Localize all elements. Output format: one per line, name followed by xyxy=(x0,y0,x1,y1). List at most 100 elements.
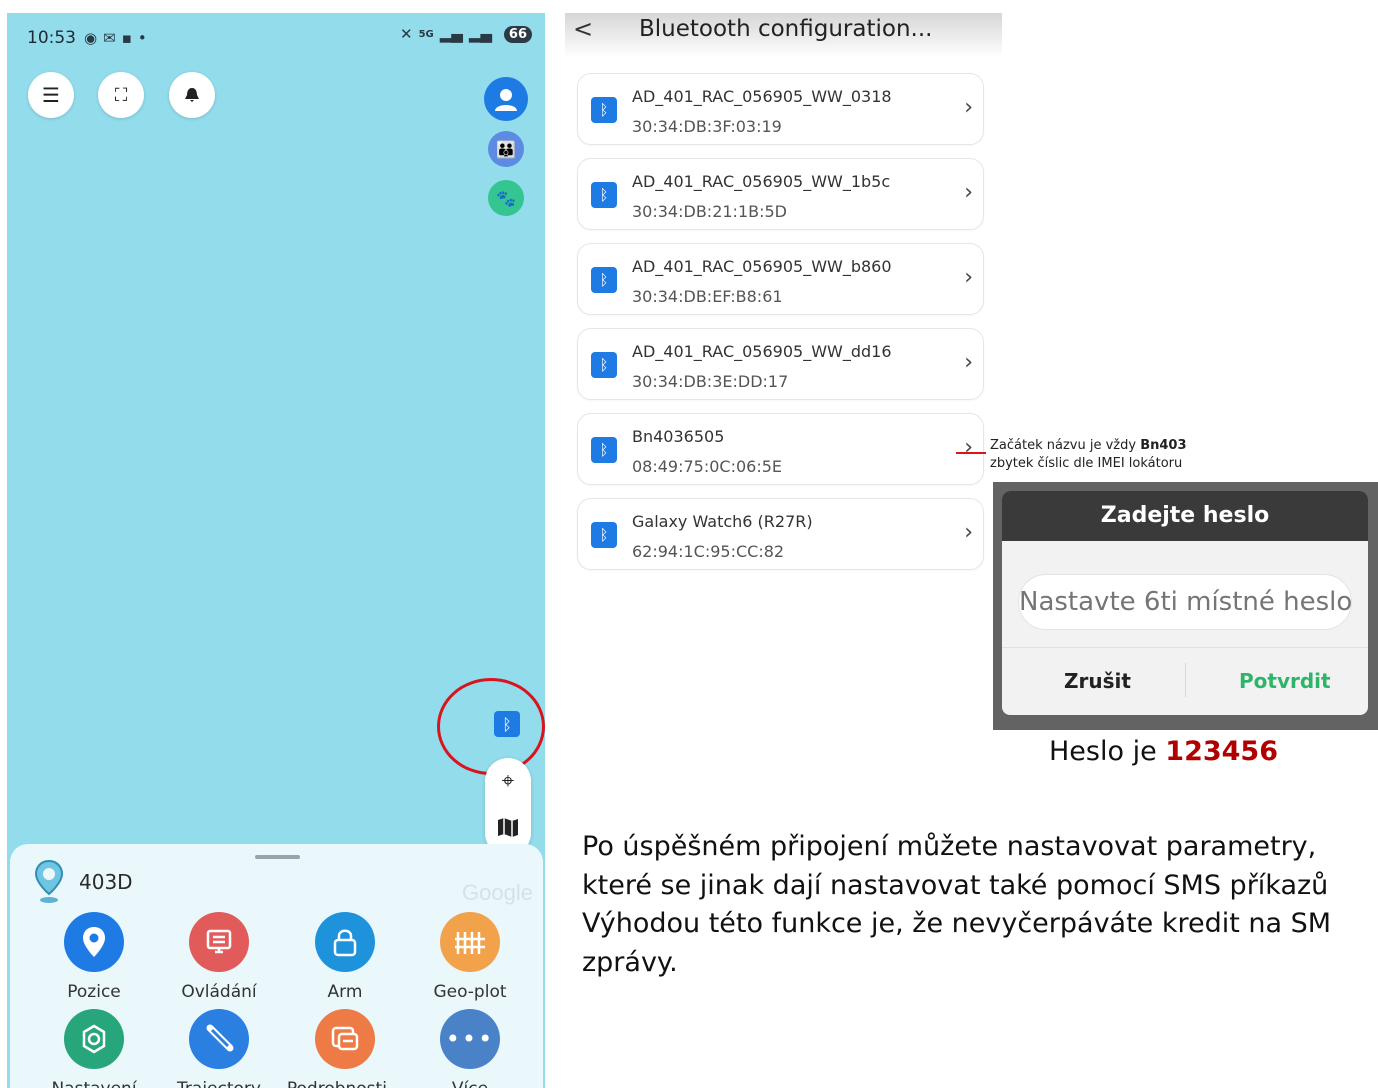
menu-icon[interactable]: ☰ xyxy=(28,72,74,118)
status-right: ✕ 5G ▂▄ ▂▄ 66 xyxy=(400,25,532,43)
settings-icon xyxy=(64,1009,124,1069)
function-podrobnosti[interactable]: Podrobnosti... xyxy=(285,1009,405,1088)
bt-device-item[interactable]: ᛒ AD_401_RAC_056905_WW_dd16 30:34:DB:3E:… xyxy=(577,328,984,400)
note-line-2: zbytek číslic dle IMEI lokátoru xyxy=(990,456,1183,471)
bluetooth-icon: ᛒ xyxy=(591,352,617,378)
bluetooth-icon: ᛒ xyxy=(591,267,617,293)
function-label: Ovládání xyxy=(181,982,257,1002)
pin-glyph xyxy=(83,927,105,957)
bluetooth-icon: ᛒ xyxy=(591,182,617,208)
function-pozice[interactable]: Pozice xyxy=(34,912,154,1002)
page-title: Bluetooth configuration... xyxy=(639,16,933,42)
status-time: 10:53 xyxy=(27,28,76,48)
bt-device-mac: 62:94:1C:95:CC:82 xyxy=(632,542,785,561)
function-label: Nastavení xyxy=(34,1079,154,1088)
fence-icon xyxy=(440,912,500,972)
user-profile-icon[interactable] xyxy=(484,77,528,121)
pet-paw-icon[interactable]: 🐾 xyxy=(488,180,524,216)
annotation-pointer-line xyxy=(956,452,986,454)
locate-crosshair-icon[interactable]: ⌖ xyxy=(485,758,531,804)
lock-glyph xyxy=(333,929,357,957)
function-arm[interactable]: Arm xyxy=(285,912,405,1002)
chevron-right-icon: › xyxy=(964,435,973,460)
bt-device-item[interactable]: ᛒ Galaxy Watch6 (R27R) 62:94:1C:95:CC:82… xyxy=(577,498,984,570)
password-input[interactable]: Nastavte 6ti místné heslo xyxy=(1018,574,1352,630)
back-arrow-icon[interactable]: < xyxy=(573,15,593,43)
bluetooth-icon: ᛒ xyxy=(591,522,617,548)
note-prefix: Začátek názvu je vždy xyxy=(990,438,1141,453)
bt-device-item[interactable]: ᛒ AD_401_RAC_056905_WW_0318 30:34:DB:3F:… xyxy=(577,73,984,145)
fence-glyph xyxy=(455,932,485,954)
map-glyph xyxy=(498,818,518,837)
battery-badge: 66 xyxy=(503,25,532,43)
chevron-right-icon: › xyxy=(964,95,973,120)
bt-device-item[interactable]: ᛒ Bn4036505 08:49:75:0C:06:5E › xyxy=(577,413,984,485)
messenger-icon: ◉ xyxy=(84,29,98,47)
bt-device-name: AD_401_RAC_056905_WW_b860 xyxy=(632,257,892,276)
function-nastaveni[interactable]: Nastavení xyxy=(34,1009,154,1088)
gmail-icon: ✉ xyxy=(103,29,116,47)
network-type-label: 5G xyxy=(418,28,434,40)
chevron-right-icon: › xyxy=(964,180,973,205)
mute-icon: ✕ xyxy=(400,25,413,43)
divider xyxy=(1185,663,1186,697)
details-glyph xyxy=(331,1026,359,1051)
route-glyph xyxy=(206,1024,234,1052)
lock-icon xyxy=(315,912,375,972)
app-icon: ▪ xyxy=(121,29,132,47)
bluetooth-icon: ᛒ xyxy=(591,437,617,463)
confirm-button[interactable]: Potvrdit xyxy=(1239,669,1331,693)
bt-device-name: Bn4036505 xyxy=(632,427,725,446)
family-icon[interactable]: 👪 xyxy=(488,131,524,167)
map-tools: ⌖ xyxy=(485,758,531,856)
control-panel-icon xyxy=(189,912,249,972)
cancel-button[interactable]: Zrušit xyxy=(1064,669,1131,693)
gear-glyph xyxy=(82,1024,106,1054)
device-pin-icon xyxy=(34,860,64,903)
chevron-right-icon: › xyxy=(964,520,973,545)
chevron-right-icon: › xyxy=(964,350,973,375)
password-dialog: Zadejte heslo Nastavte 6ti místné heslo … xyxy=(1002,491,1368,715)
function-label: Trajectory xyxy=(159,1079,279,1088)
bt-device-item[interactable]: ᛒ AD_401_RAC_056905_WW_1b5c 30:34:DB:21:… xyxy=(577,158,984,230)
details-icon xyxy=(315,1009,375,1069)
instruction-paragraph: Po úspěšném připojení můžete nastavovat … xyxy=(582,831,1332,978)
signal-icon-2: ▂▄ xyxy=(468,25,492,43)
scan-icon[interactable]: ⛶ xyxy=(98,72,144,118)
bt-device-mac: 30:34:DB:EF:B8:61 xyxy=(632,287,783,306)
dialog-title: Zadejte heslo xyxy=(1002,491,1368,541)
bt-device-name: AD_401_RAC_056905_WW_0318 xyxy=(632,87,892,106)
note-line-1: Začátek názvu je vždy Bn403 xyxy=(990,437,1187,455)
password-value: 123456 xyxy=(1165,736,1279,767)
function-label: Podrobnosti... xyxy=(285,1079,405,1088)
function-trajectory[interactable]: Trajectory xyxy=(159,1009,279,1088)
function-geo-plot[interactable]: Geo-plot xyxy=(410,912,530,1002)
google-logo: Google xyxy=(462,880,533,905)
bt-device-name: AD_401_RAC_056905_WW_1b5c xyxy=(632,172,891,191)
bt-device-mac: 30:34:DB:21:1B:5D xyxy=(632,202,787,221)
dot-icon: • xyxy=(137,29,147,47)
bt-device-mac: 08:49:75:0C:06:5E xyxy=(632,457,783,476)
location-pin-icon xyxy=(64,912,124,972)
drag-handle[interactable] xyxy=(255,855,300,859)
route-icon xyxy=(189,1009,249,1069)
phone-app-screen: 10:53 ◉ ✉ ▪ • ✕ 5G ▂▄ ▂▄ 66 ☰ ⛶ 👪 🐾 ᛒ ⌖ … xyxy=(7,13,545,1088)
function-ovladani[interactable]: Ovládání xyxy=(159,912,279,1002)
bt-device-name: Galaxy Watch6 (R27R) xyxy=(632,512,813,531)
user-glyph xyxy=(495,89,517,111)
alarm-icon[interactable] xyxy=(169,72,215,118)
device-name: 403D xyxy=(79,870,133,894)
function-vice[interactable]: ••• Více xyxy=(410,1009,530,1088)
divider xyxy=(1002,647,1368,648)
signal-icon: ▂▄ xyxy=(439,25,463,43)
bt-device-item[interactable]: ᛒ AD_401_RAC_056905_WW_b860 30:34:DB:EF:… xyxy=(577,243,984,315)
bt-device-name: AD_401_RAC_056905_WW_dd16 xyxy=(632,342,892,361)
bluetooth-button[interactable]: ᛒ xyxy=(494,711,520,737)
function-label: Arm xyxy=(327,982,363,1002)
function-label: Více xyxy=(410,1079,530,1088)
bottom-sheet: Google 403D Pozice Ovládání Arm Geo-plot… xyxy=(10,844,543,1088)
password-prefix: Heslo je xyxy=(1049,736,1166,767)
alarm-glyph xyxy=(185,88,199,102)
panel-glyph xyxy=(206,929,232,954)
note-bold: Bn403 xyxy=(1140,438,1187,453)
